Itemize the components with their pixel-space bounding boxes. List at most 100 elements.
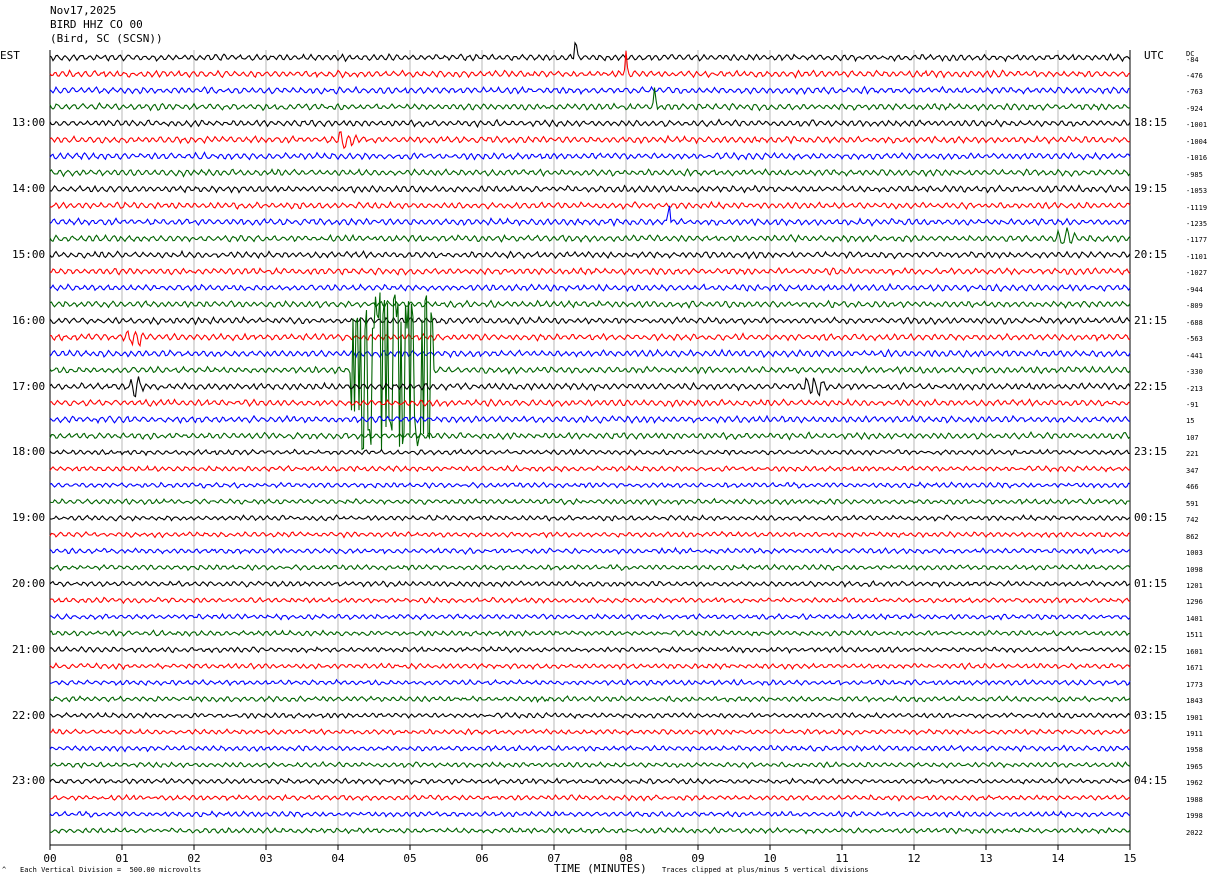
x-tick-label-09: 09: [691, 852, 704, 865]
dc-offset-27: 591: [1186, 499, 1199, 508]
dc-offset-46: 1998: [1186, 812, 1203, 821]
trace-32: [49, 580, 1131, 588]
dc-offset-18: -441: [1186, 351, 1203, 360]
trace-16: [49, 315, 1131, 326]
left-hour-label-5: 18:00: [12, 445, 46, 459]
trace-39: [49, 695, 1131, 704]
dc-offset-42: 1958: [1186, 746, 1203, 755]
right-hour-label-4: 22:15: [1134, 379, 1168, 393]
dc-offset-1: -476: [1186, 72, 1203, 80]
dc-offset-12: -1101: [1186, 252, 1208, 261]
trace-38: [49, 678, 1131, 687]
trace-18: [49, 348, 1131, 359]
dc-offset-32: 1201: [1186, 581, 1203, 590]
right-hour-label-0: 18:15: [1134, 116, 1168, 130]
trace-40: [49, 711, 1131, 720]
dc-offset-16: -688: [1186, 318, 1203, 327]
dc-offset-4: -1001: [1186, 121, 1208, 130]
left-hour-label-6: 19:00: [12, 511, 46, 525]
dc-offset-30: 1003: [1186, 549, 1203, 557]
left-hour-label-8: 21:00: [12, 642, 46, 656]
trace-20: [49, 376, 1131, 398]
left-hour-label-10: 23:00: [12, 774, 46, 788]
trace-19: [49, 292, 1131, 451]
trace-26: [49, 481, 1131, 489]
dc-offset-20: -213: [1186, 384, 1203, 393]
left-hour-label-0: 13:00: [12, 116, 46, 130]
dc-offset-6: -1016: [1186, 154, 1208, 163]
trace-6: [49, 151, 1131, 161]
trace-22: [49, 414, 1131, 425]
trace-3: [49, 87, 1131, 112]
dc-offset-11: -1177: [1186, 236, 1208, 245]
corner-mark: ^: [2, 866, 7, 874]
trace-12: [49, 249, 1131, 260]
dc-offset-17: -563: [1186, 335, 1203, 344]
clip-note: Traces clipped at plus/minus 5 vertical …: [662, 866, 869, 874]
trace-11: [49, 227, 1131, 245]
right-hour-label-7: 01:15: [1134, 576, 1168, 590]
trace-13: [49, 266, 1131, 276]
trace-27: [49, 497, 1131, 506]
left-timezone-label: EST: [0, 49, 20, 62]
x-tick-label-12: 12: [907, 852, 920, 865]
dc-offset-29: 862: [1186, 532, 1199, 541]
right-hour-label-9: 03:15: [1134, 708, 1168, 722]
dc-offset-9: -1119: [1186, 203, 1208, 212]
dc-offset-31: 1098: [1186, 565, 1203, 574]
dc-offset-28: 742: [1186, 516, 1199, 525]
dc-offset-39: 1843: [1186, 697, 1203, 705]
trace-37: [49, 662, 1131, 671]
trace-1: [49, 50, 1131, 79]
dc-offset-19: -330: [1186, 368, 1203, 377]
trace-5: [49, 131, 1131, 150]
trace-45: [49, 793, 1131, 802]
seismogram-plot: 00 01 02 03 04 05 06 07 08 09 10 11 12 13 14 15: [43, 41, 1137, 865]
x-tick-label-02: 02: [187, 852, 200, 865]
dc-offset-36: 1601: [1186, 647, 1203, 656]
trace-31: [49, 563, 1131, 572]
dc-offset-2: -763: [1186, 88, 1203, 97]
dc-header-label: DC: [1186, 50, 1195, 58]
dc-offset-43: 1965: [1186, 762, 1203, 771]
trace-0: [49, 41, 1131, 63]
dc-offset-34: 1401: [1186, 614, 1203, 623]
trace-29: [49, 530, 1131, 539]
dc-offset-37: 1671: [1186, 664, 1203, 673]
dc-offset-7: -985: [1186, 170, 1203, 179]
dc-offset-47: 2022: [1186, 828, 1203, 837]
x-tick-label-13: 13: [979, 852, 992, 865]
dc-offset-14: -944: [1186, 285, 1203, 294]
left-hour-label-1: 14:00: [12, 182, 46, 196]
right-hour-label-3: 21:15: [1134, 313, 1168, 327]
trace-46: [49, 810, 1131, 819]
right-hour-label-2: 20:15: [1134, 247, 1168, 261]
left-hour-label-4: 17:00: [12, 379, 46, 393]
dc-offset-25: 347: [1186, 466, 1199, 475]
left-hour-label-7: 20:00: [12, 576, 46, 590]
trace-34: [49, 612, 1131, 621]
dc-offset-40: 1901: [1186, 713, 1203, 722]
trace-8: [49, 184, 1131, 194]
trace-35: [49, 629, 1131, 637]
dc-offset-15: -809: [1186, 302, 1203, 311]
trace-14: [49, 282, 1131, 293]
x-tick-label-11: 11: [835, 852, 848, 865]
left-hour-label-3: 16:00: [12, 313, 46, 327]
right-hour-label-1: 19:15: [1134, 182, 1168, 196]
trace-44: [49, 777, 1131, 786]
dc-offset-5: -1004: [1186, 137, 1208, 146]
trace-4: [49, 118, 1131, 129]
scale-note: Each Vertical Division = 500.00 microvol…: [20, 866, 202, 874]
trace-42: [49, 744, 1131, 753]
x-tick-label-14: 14: [1051, 852, 1065, 865]
trace-9: [49, 200, 1131, 211]
dc-offset-21: -91: [1186, 400, 1199, 409]
trace-21: [49, 397, 1131, 408]
dc-offset-45: 1988: [1186, 795, 1203, 804]
dc-offset-24: 221: [1186, 450, 1199, 459]
trace-30: [49, 546, 1131, 555]
x-tick-label-00: 00: [43, 852, 56, 865]
dc-offset-38: 1773: [1186, 680, 1203, 689]
trace-7: [49, 167, 1131, 178]
